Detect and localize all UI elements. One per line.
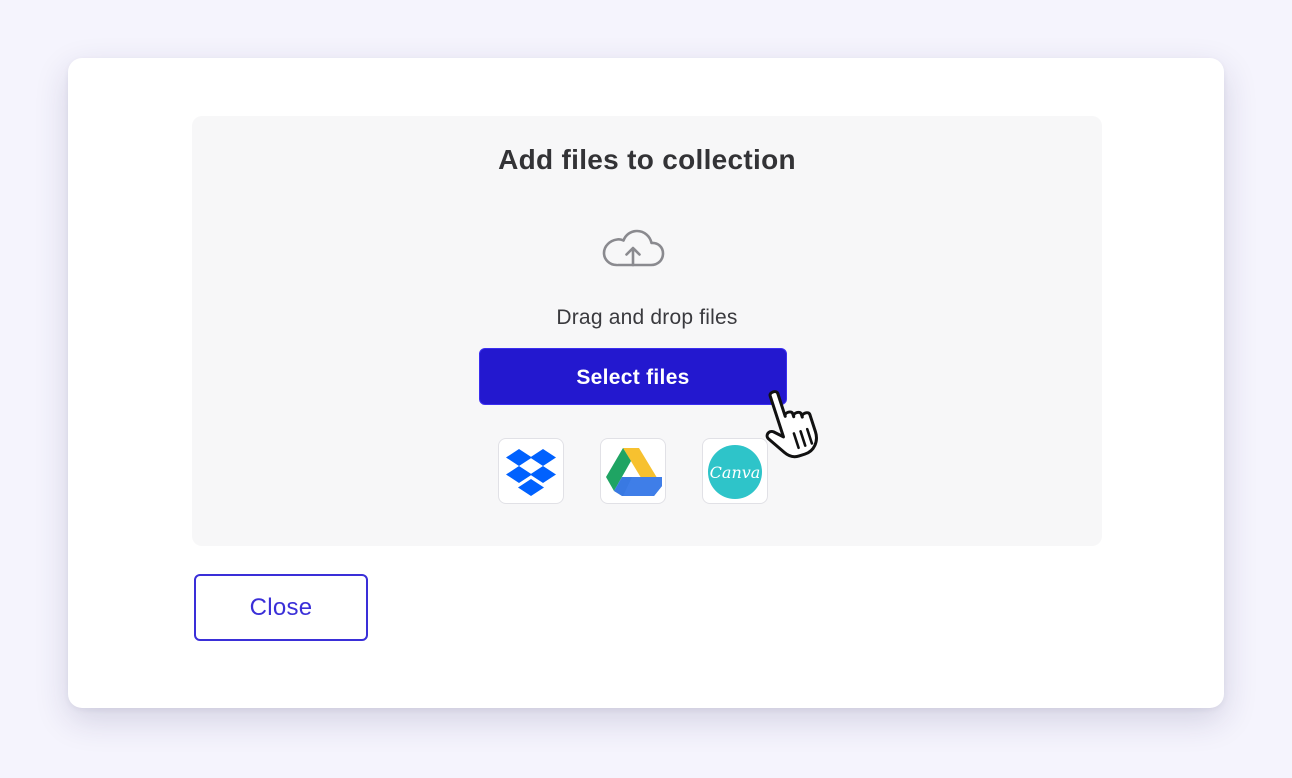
dropbox-button[interactable] bbox=[498, 438, 564, 504]
hand-pointer-icon bbox=[765, 390, 818, 459]
select-files-button[interactable]: Select files bbox=[479, 348, 787, 405]
close-button[interactable]: Close bbox=[194, 574, 368, 641]
modal-title: Add files to collection bbox=[498, 144, 796, 175]
integration-list: Canva bbox=[498, 438, 770, 506]
file-dropzone[interactable]: Add files to collection Drag and drop fi… bbox=[192, 116, 1102, 546]
google-drive-icon bbox=[606, 448, 662, 496]
dropbox-icon bbox=[506, 449, 556, 496]
cloud-upload-icon bbox=[602, 229, 665, 267]
drag-drop-hint: Drag and drop files bbox=[556, 306, 738, 329]
google-drive-button[interactable] bbox=[600, 438, 666, 504]
canva-logo-text: Canva bbox=[710, 463, 761, 482]
upload-modal: Add files to collection Drag and drop fi… bbox=[68, 58, 1224, 708]
